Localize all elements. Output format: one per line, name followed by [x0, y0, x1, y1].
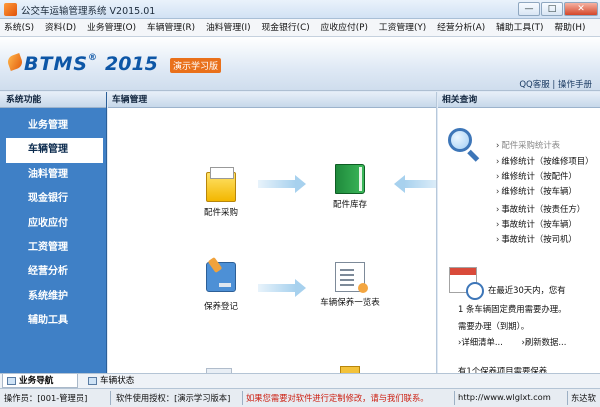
status-license: 软件使用授权：[演示学习版本] [116, 393, 231, 403]
left-nav: 系统功能 业务管理 车辆管理 油料管理 现金银行 应收应付 工资管理 经营分析 … [0, 92, 107, 373]
nav-item-maintenance[interactable]: 系统维护 [0, 285, 106, 309]
status-company: 东达软 [571, 393, 596, 403]
wrench-tools-icon [206, 262, 236, 292]
parts-purchase-label: 配件采购 [203, 208, 238, 218]
link-separator: | [552, 80, 556, 90]
related-query-header: 相关查询 [438, 92, 600, 108]
status-website[interactable]: http://www.wlglxt.com [458, 392, 551, 402]
status-operator: 操作员：[001-管理员] [4, 393, 88, 403]
notice-actions: ›详细清单... ›刷新数据... [458, 337, 567, 347]
status-bar: 操作员：[001-管理员] 软件使用授权：[演示学习版本] 如果您需要对软件进行… [0, 388, 600, 407]
main-panel-header: 车辆管理 [108, 92, 436, 108]
maintenance-register-label: 保养登记 [203, 302, 238, 312]
nav-item-tools[interactable]: 辅助工具 [0, 309, 106, 333]
vehicle-status-tab-icon [88, 377, 97, 385]
query-link-repair-by-item[interactable]: › 维修统计（按维修项目） [496, 155, 593, 167]
menu-business[interactable]: 业务管理(O) [83, 19, 140, 36]
logo-swoosh-icon [6, 53, 24, 71]
parts-stock-label: 配件库存 [332, 200, 367, 210]
document-list-icon [335, 262, 368, 293]
nav-item-salary[interactable]: 工资管理 [0, 236, 106, 260]
notice-line-2: 1 条车辆固定费用需要办理。 [458, 304, 567, 314]
top-links: QQ客服 | 操作手册 [519, 78, 592, 90]
maximize-button[interactable]: □ [541, 2, 563, 16]
nav-item-business[interactable]: 业务管理 [0, 114, 106, 138]
nav-item-fuel[interactable]: 油料管理 [0, 163, 106, 187]
tab-business-nav[interactable]: 业务导航 [2, 374, 78, 388]
status-divider [567, 391, 568, 405]
query-link-parts-purchase[interactable]: › 配件采购统计表 [496, 139, 560, 151]
menu-receivable-payable[interactable]: 应收应付(P) [317, 19, 372, 36]
menu-fuel[interactable]: 油料管理(I) [202, 19, 255, 36]
partial-icon [340, 366, 360, 373]
parts-stock-tile[interactable]: 配件库存 [311, 164, 389, 210]
nav-item-receivable-payable[interactable]: 应收应付 [0, 212, 106, 236]
left-nav-header: 系统功能 [0, 92, 106, 108]
status-divider [242, 391, 243, 405]
manual-link[interactable]: 操作手册 [558, 80, 592, 90]
status-message: 如果您需要对软件进行定制修改，请与我们联系。 [246, 393, 429, 403]
window-title: 公交车运输管理系统 V2015.01 [21, 6, 156, 17]
nav-item-vehicle[interactable]: 车辆管理 [6, 138, 103, 163]
title-bar: 公交车运输管理系统 V2015.01 — □ ✕ [0, 0, 600, 19]
main-panel: 车辆管理 配件采购 配件库存 保养登记 车辆保养一览表 [108, 92, 437, 373]
qq-support-link[interactable]: QQ客服 [519, 80, 549, 90]
parts-purchase-tile[interactable]: 配件采购 [182, 166, 260, 218]
close-button[interactable]: ✕ [564, 2, 598, 16]
tab-business-nav-label: 业务导航 [19, 376, 54, 386]
query-link-accident-by-driver[interactable]: › 事故统计（按司机） [496, 233, 577, 245]
maintenance-register-tile[interactable]: 保养登记 [182, 262, 260, 312]
nav-item-cash-bank[interactable]: 现金银行 [0, 187, 106, 211]
demo-badge: 演示学习版 [170, 58, 222, 73]
menu-cash-bank[interactable]: 现金银行(C) [257, 19, 313, 36]
menu-bar: 系统(S) 资料(D) 业务管理(O) 车辆管理(R) 油料管理(I) 现金银行… [0, 19, 600, 37]
status-divider [110, 391, 111, 405]
notice-line-4: 有1个保养项目需要保养 [458, 366, 548, 373]
menu-analysis[interactable]: 经营分析(A) [433, 19, 489, 36]
app-icon [4, 3, 17, 16]
maintenance-list-label: 车辆保养一览表 [320, 298, 380, 308]
calendar-clock-icon [449, 267, 484, 300]
menu-tools[interactable]: 辅助工具(T) [492, 19, 547, 36]
detail-list-link[interactable]: 详细清单... [461, 337, 503, 347]
logo-text: BTMS® [24, 53, 99, 75]
nav-item-analysis[interactable]: 经营分析 [0, 260, 106, 284]
tab-vehicle-status-label: 车辆状态 [100, 376, 135, 386]
nav-tab-icon [7, 377, 16, 385]
query-link-accident-by-party[interactable]: › 事故统计（按责任方） [496, 203, 585, 215]
refresh-data-link[interactable]: 刷新数据... [525, 337, 567, 347]
menu-help[interactable]: 帮助(H) [550, 19, 589, 36]
query-link-repair-by-vehicle[interactable]: › 维修统计（按车辆） [496, 185, 577, 197]
tab-vehicle-status[interactable]: 车辆状态 [84, 374, 164, 388]
related-query-panel: 相关查询 › 配件采购统计表 › 维修统计（按维修项目） › 维修统计（按配件） › 维… [438, 92, 600, 373]
query-link-accident-by-vehicle[interactable]: › 事故统计（按车辆） [496, 218, 577, 230]
banner: BTMS® 2015 演示学习版 QQ客服 | 操作手册 [0, 37, 600, 91]
arrow-left-icon [394, 175, 436, 193]
folder-icon [206, 167, 236, 202]
menu-salary[interactable]: 工资管理(Y) [375, 19, 430, 36]
minimize-button[interactable]: — [518, 2, 540, 16]
arrow-right-icon [258, 279, 306, 297]
magnifier-icon [448, 128, 472, 152]
notice-line-3: 需要办理（到期）。 [458, 321, 530, 331]
menu-vehicle[interactable]: 车辆管理(R) [143, 19, 199, 36]
menu-data[interactable]: 资料(D) [41, 19, 80, 36]
status-divider [454, 391, 455, 405]
notice-line-1: 在最近30天内，您有 [488, 285, 566, 295]
ledger-book-icon [335, 164, 365, 194]
maintenance-list-tile[interactable]: 车辆保养一览表 [311, 262, 389, 308]
arrow-right-icon [258, 175, 306, 193]
bottom-tab-bar: 业务导航 车辆状态 [0, 373, 600, 388]
menu-system[interactable]: 系统(S) [0, 19, 38, 36]
query-link-repair-by-part[interactable]: › 维修统计（按配件） [496, 170, 577, 182]
logo-year: 2015 [105, 53, 158, 75]
